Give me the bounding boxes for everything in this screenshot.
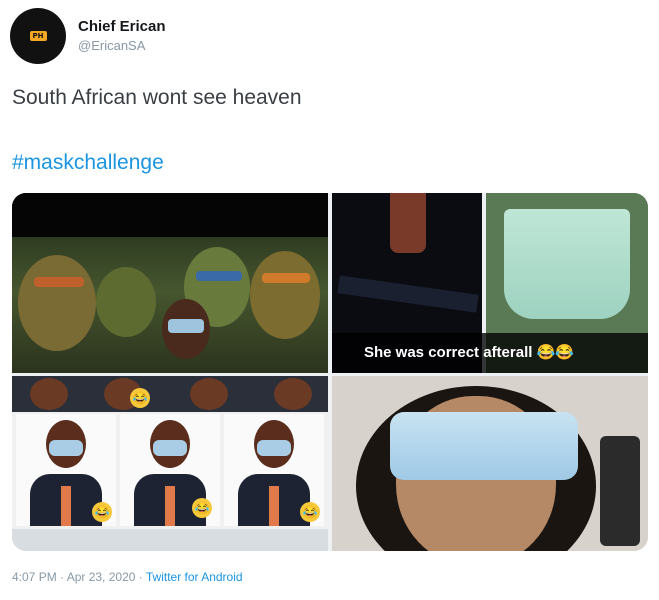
author-name[interactable]: Chief Erican [78, 18, 166, 35]
chair [600, 436, 640, 546]
tweet-meta: 4:07 PM · Apr 23, 2020 · Twitter for And… [12, 570, 243, 584]
media-caption: She was correct afterall 😂😂 [364, 343, 574, 361]
media-image-collage[interactable]: 😂 😂 😂 😂 [12, 376, 328, 551]
source-link[interactable]: Twitter for Android [146, 570, 243, 584]
timestamp[interactable]: 4:07 PM · Apr 23, 2020 · [12, 570, 146, 584]
media-image-turtles[interactable] [12, 193, 328, 373]
street-sign [337, 275, 479, 313]
caption-text: She was correct afterall [364, 344, 533, 361]
face-mask [390, 412, 578, 480]
laughing-emoji-icon: 😂😂 [536, 344, 574, 361]
media-image-eye-mask[interactable] [332, 376, 648, 551]
author-handle[interactable]: @EricanSA [78, 38, 145, 53]
turtle-scene [12, 237, 328, 373]
hashtag-link[interactable]: #maskchallenge [12, 151, 164, 175]
black-bar [12, 193, 328, 237]
skirt-shape [504, 209, 630, 319]
avatar[interactable]: PH [10, 8, 66, 64]
tweet-media[interactable]: 😂 😂 😂 😂 She was correct afterall 😂😂 [12, 193, 648, 551]
collage-top-strip: 😂 [12, 376, 328, 412]
collage-bottom-bar [12, 529, 328, 551]
laughing-emoji-icon: 😂 [300, 502, 320, 522]
tweet-text: South African wont see heaven [12, 86, 302, 109]
laughing-emoji-icon: 😂 [92, 502, 112, 522]
laughing-emoji-icon: 😂 [192, 498, 212, 518]
avatar-logo: PH [29, 31, 47, 41]
laughing-emoji-icon: 😂 [130, 388, 150, 408]
